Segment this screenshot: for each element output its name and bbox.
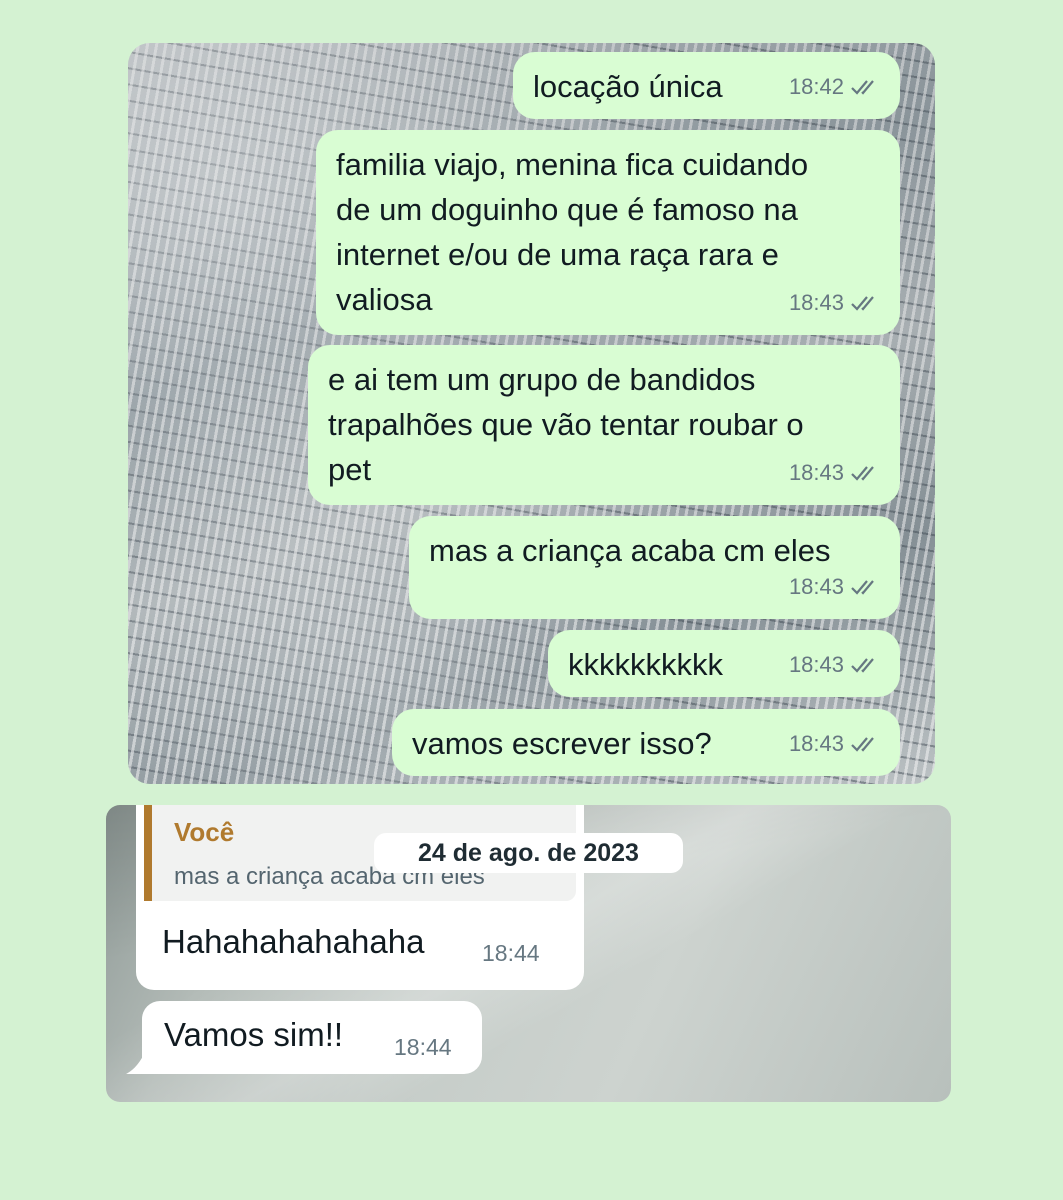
double-check-icon: [851, 465, 874, 481]
double-check-icon: [851, 736, 874, 752]
message-text: familia viajo, menina fica cuidando de u…: [336, 147, 809, 317]
outgoing-message[interactable]: e ai tem um grupo de bandidos trapalhões…: [308, 345, 900, 505]
outgoing-message[interactable]: mas a criança acaba cm eles 18:43: [409, 516, 900, 619]
message-text: mas a criança acaba cm eles: [429, 533, 831, 568]
message-time: 18:43: [788, 574, 844, 599]
message-meta: 18:42: [789, 64, 882, 109]
incoming-message[interactable]: Vamos sim!! 18:44: [142, 1001, 482, 1074]
message-text: locação única: [533, 69, 723, 104]
outgoing-message[interactable]: locação única 18:42: [513, 52, 900, 119]
message-meta: 18:43: [789, 721, 882, 766]
outgoing-message[interactable]: familia viajo, menina fica cuidando de u…: [316, 130, 900, 335]
double-check-icon: [851, 295, 874, 311]
message-meta: 18:43: [789, 642, 882, 687]
message-meta: 18:43: [789, 450, 882, 495]
message-text: vamos escrever isso?: [412, 726, 712, 761]
message-time: 18:44: [482, 940, 540, 966]
message-text: Hahahahahahaha: [162, 923, 425, 960]
date-chip: 24 de ago. de 2023: [374, 833, 683, 873]
message-meta: 18:43: [789, 280, 882, 325]
message-text: kkkkkkkkkk: [568, 647, 723, 682]
double-check-icon: [851, 79, 874, 95]
message-text: e ai tem um grupo de bandidos trapalhões…: [328, 362, 804, 487]
message-time: 18:43: [788, 652, 844, 677]
double-check-icon: [851, 657, 874, 673]
message-time: 18:44: [394, 1034, 452, 1060]
outgoing-message[interactable]: vamos escrever isso? 18:43: [392, 709, 900, 776]
message-time: 18:42: [788, 74, 844, 99]
message-time: 18:43: [788, 731, 844, 756]
message-text: Vamos sim!!: [164, 1016, 344, 1053]
message-time: 18:43: [788, 460, 844, 485]
outgoing-message[interactable]: kkkkkkkkkk 18:43: [548, 630, 900, 697]
message-time: 18:43: [788, 290, 844, 315]
message-meta: 18:43: [789, 564, 882, 609]
chat-screenshot-top: locação única 18:42 familia viajo, menin…: [128, 43, 935, 784]
reply-author: Você: [174, 817, 235, 847]
double-check-icon: [851, 579, 874, 595]
